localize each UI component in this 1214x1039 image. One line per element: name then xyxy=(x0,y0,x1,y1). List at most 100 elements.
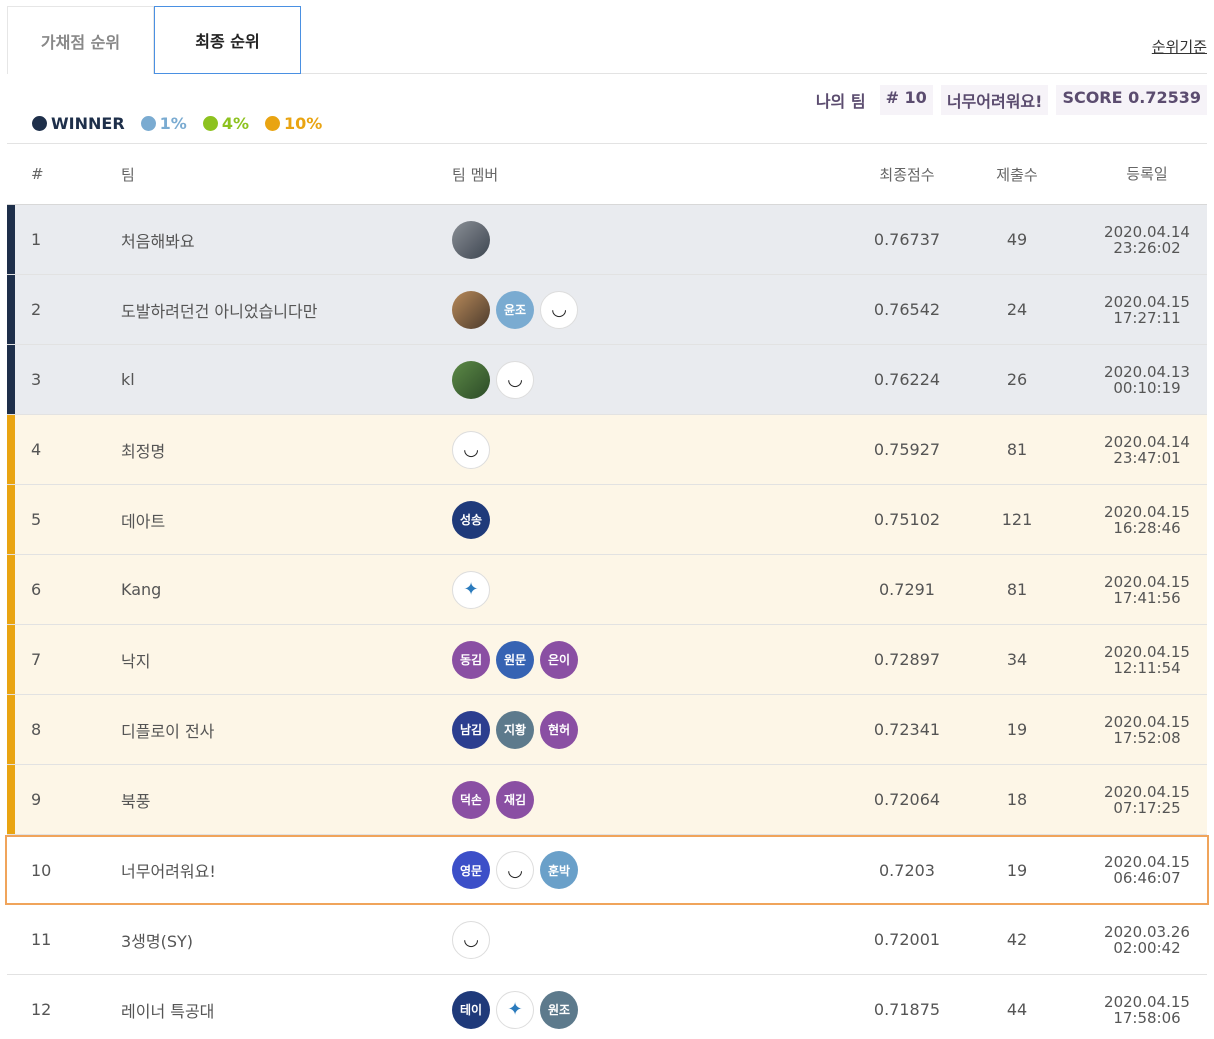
row-members: 윤조 ◡ xyxy=(452,290,578,329)
member-avatar[interactable]: 윤조 xyxy=(496,290,534,329)
row-date-day: 2020.03.26 xyxy=(1104,922,1190,941)
tier-bar xyxy=(7,345,15,414)
row-rank: 11 xyxy=(31,930,52,949)
row-score: 0.7291 xyxy=(879,580,935,599)
row-rank: 5 xyxy=(31,510,42,529)
row-date: 2020.04.14 23:26:02 xyxy=(1092,224,1202,256)
row-members: ✦ xyxy=(452,570,490,609)
row-date-day: 2020.04.15 xyxy=(1104,853,1190,871)
table-row[interactable]: 8 디플로이 전사 남김 지황 현허 0.72341 19 2020.04.15 17:52:0… xyxy=(7,695,1207,765)
row-submissions: 24 xyxy=(1006,300,1028,319)
row-submissions: 19 xyxy=(1006,860,1028,880)
tab-final-ranking[interactable]: 최종 순위 xyxy=(154,6,301,74)
member-photo-avatar[interactable] xyxy=(452,220,490,259)
row-submissions: 42 xyxy=(1006,930,1028,949)
member-avatar[interactable]: 성송 xyxy=(452,500,490,539)
row-members xyxy=(452,220,490,259)
member-photo-avatar[interactable]: ◡ xyxy=(452,430,490,469)
row-team-name: kl xyxy=(121,370,135,389)
table-row[interactable]: 1 처음해봐요 0.76737 49 2020.04.14 23:26:02 xyxy=(7,205,1207,275)
member-avatar[interactable]: 테이 xyxy=(452,990,490,1029)
member-photo-avatar[interactable]: ◡ xyxy=(540,290,578,329)
row-team-name: 디플로이 전사 xyxy=(121,721,215,741)
tier-legend: WINNER 1% 4% 10% xyxy=(32,114,322,133)
legend-item: 10% xyxy=(264,114,322,133)
member-photo-avatar[interactable]: ◡ xyxy=(452,920,490,959)
member-avatar[interactable]: 원문 xyxy=(496,640,534,679)
row-submissions: 18 xyxy=(1006,790,1028,809)
row-date-time: 23:26:02 xyxy=(1113,238,1181,257)
member-photo-avatar[interactable] xyxy=(452,360,490,399)
member-avatar[interactable]: 원조 xyxy=(540,990,578,1029)
table-row[interactable]: 12 레이너 특공대 테이 ✦ 원조 0.71875 44 2020.04.15 17:58:0… xyxy=(7,975,1207,1039)
header-submissions: 제출수 xyxy=(996,165,1038,184)
row-score: 0.76737 xyxy=(873,230,941,249)
table-row[interactable]: 4 최정명 ◡ 0.75927 81 2020.04.14 23:47:01 xyxy=(7,415,1207,485)
table-row[interactable]: 11 3생명(SY) ◡ 0.72001 42 2020.03.26 02:00:42 xyxy=(7,905,1207,975)
row-submissions: 34 xyxy=(1006,650,1028,669)
table-row[interactable]: 7 낙지 동김 원문 은이 0.72897 34 2020.04.15 12:11:54 xyxy=(7,625,1207,695)
member-avatar[interactable]: 동김 xyxy=(452,640,490,679)
row-score: 0.72001 xyxy=(873,930,941,949)
row-team-name: 처음해봐요 xyxy=(121,231,195,251)
member-avatar[interactable]: 훈박 xyxy=(540,851,578,889)
member-photo-avatar[interactable] xyxy=(452,290,490,329)
row-date-day: 2020.04.14 xyxy=(1104,432,1190,451)
ranking-criteria-link[interactable]: 순위기준 xyxy=(1152,36,1207,57)
row-score: 0.7203 xyxy=(879,860,935,880)
row-team-name: 최정명 xyxy=(121,441,166,461)
legend-dot-icon xyxy=(202,116,218,131)
row-members: 남김 지황 현허 xyxy=(452,710,578,749)
table-row[interactable]: 9 북풍 덕손 재김 0.72064 18 2020.04.15 07:17:25 xyxy=(7,765,1207,835)
member-photo-avatar[interactable]: ◡ xyxy=(496,360,534,399)
member-photo-avatar[interactable]: ◡ xyxy=(496,851,534,889)
legend-item: 1% xyxy=(140,114,187,133)
my-team-rank: # 10 xyxy=(879,85,933,115)
member-avatar[interactable]: 덕손 xyxy=(452,780,490,819)
row-date-day: 2020.04.15 xyxy=(1104,782,1190,801)
row-date-time: 16:28:46 xyxy=(1113,518,1181,537)
member-avatar[interactable]: 재김 xyxy=(496,780,534,819)
my-team-summary: 나의 팀 # 10 너무어려워요! SCORE 0.72539 xyxy=(810,85,1207,115)
row-team-name: 도발하려던건 아니었습니다만 xyxy=(121,301,318,321)
tier-bar xyxy=(7,765,15,834)
row-score: 0.72341 xyxy=(873,720,941,739)
row-submissions: 19 xyxy=(1006,720,1028,739)
row-date-time: 17:58:06 xyxy=(1113,1008,1181,1027)
table-row[interactable]: 6 Kang ✦ 0.7291 81 2020.04.15 17:41:56 xyxy=(7,555,1207,625)
row-rank: 12 xyxy=(31,1000,52,1019)
row-rank: 8 xyxy=(31,720,42,739)
table-row[interactable]: 5 데아트 성송 0.75102 121 2020.04.15 16:28:46 xyxy=(7,485,1207,555)
row-members: ◡ xyxy=(452,360,534,399)
table-row[interactable]: 3 kl ◡ 0.76224 26 2020.04.13 00:10:19 xyxy=(7,345,1207,415)
my-team-score: SCORE 0.72539 xyxy=(1056,85,1207,115)
legend-label: WINNER xyxy=(51,114,125,133)
row-rank: 3 xyxy=(31,370,42,389)
row-date-time: 02:00:42 xyxy=(1113,938,1181,957)
row-score: 0.75927 xyxy=(873,440,941,459)
member-photo-avatar[interactable]: ✦ xyxy=(452,570,490,609)
table-row[interactable]: 2 도발하려던건 아니었습니다만 윤조 ◡ 0.76542 24 2020.04.15 17:… xyxy=(7,275,1207,345)
row-members: 테이 ✦ 원조 xyxy=(452,990,578,1029)
row-date-day: 2020.04.15 xyxy=(1104,992,1190,1011)
tier-bar xyxy=(7,695,15,764)
row-team-name: 낙지 xyxy=(121,651,151,671)
member-avatar[interactable]: 지황 xyxy=(496,710,534,749)
row-date: 2020.04.15 17:41:56 xyxy=(1092,574,1202,606)
row-team-name: 북풍 xyxy=(121,791,151,811)
row-members: 영문 ◡ 훈박 xyxy=(452,851,578,889)
member-avatar[interactable]: 현허 xyxy=(540,710,578,749)
tab-provisional-ranking[interactable]: 가채점 순위 xyxy=(7,6,154,74)
my-team-name: 너무어려워요! xyxy=(940,85,1049,115)
row-date-time: 07:17:25 xyxy=(1113,798,1181,817)
table-body: 1 처음해봐요 0.76737 49 2020.04.14 23:26:02 2 도발하려던건… xyxy=(5,205,1209,1039)
member-avatar[interactable]: 남김 xyxy=(452,710,490,749)
member-photo-avatar[interactable]: ✦ xyxy=(496,990,534,1029)
row-members: ◡ xyxy=(452,920,490,959)
member-avatar[interactable]: 은이 xyxy=(540,640,578,679)
row-rank: 4 xyxy=(31,440,42,459)
table-row[interactable]: 10 너무어려워요! 영문 ◡ 훈박 0.7203 19 2020.04.15 06:46:07 xyxy=(5,835,1209,905)
header-rank: # xyxy=(31,165,44,183)
row-date: 2020.04.15 16:28:46 xyxy=(1092,504,1202,536)
member-avatar[interactable]: 영문 xyxy=(452,851,490,889)
